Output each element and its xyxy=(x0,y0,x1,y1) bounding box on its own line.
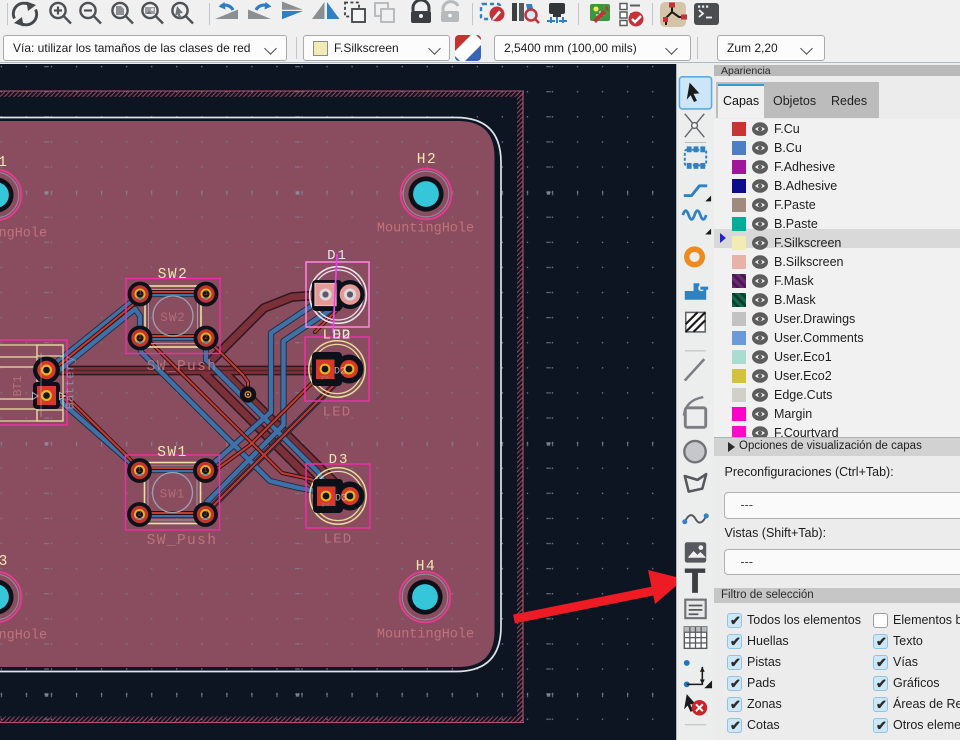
svg-text:BT1: BT1 xyxy=(12,376,25,397)
svg-text:SW_Push: SW_Push xyxy=(147,533,218,549)
svg-text:LED: LED xyxy=(324,532,353,548)
svg-text:SW2: SW2 xyxy=(160,311,186,325)
svg-text:SW_Push: SW_Push xyxy=(147,359,218,375)
svg-text:D1: D1 xyxy=(327,248,348,264)
svg-text:LED: LED xyxy=(323,405,352,421)
svg-text:H4: H4 xyxy=(416,559,436,575)
svg-text:Battery: Battery xyxy=(64,356,78,410)
svg-text:D2: D2 xyxy=(333,328,352,344)
svg-text:D3: D3 xyxy=(329,452,350,468)
svg-text:SW1: SW1 xyxy=(160,488,186,502)
svg-text:D2: D2 xyxy=(334,367,346,378)
svg-text:D3: D3 xyxy=(335,494,347,505)
svg-text:ngHole: ngHole xyxy=(0,629,47,644)
svg-text:SW2: SW2 xyxy=(158,267,189,283)
svg-text:1: 1 xyxy=(0,155,7,171)
svg-text:ngHole: ngHole xyxy=(0,227,47,242)
svg-text:MountingHole: MountingHole xyxy=(377,628,474,643)
svg-text:3: 3 xyxy=(0,554,7,570)
svg-text:H2: H2 xyxy=(417,152,437,168)
svg-text:SW1: SW1 xyxy=(157,445,188,461)
svg-text:MountingHole: MountingHole xyxy=(377,222,474,237)
